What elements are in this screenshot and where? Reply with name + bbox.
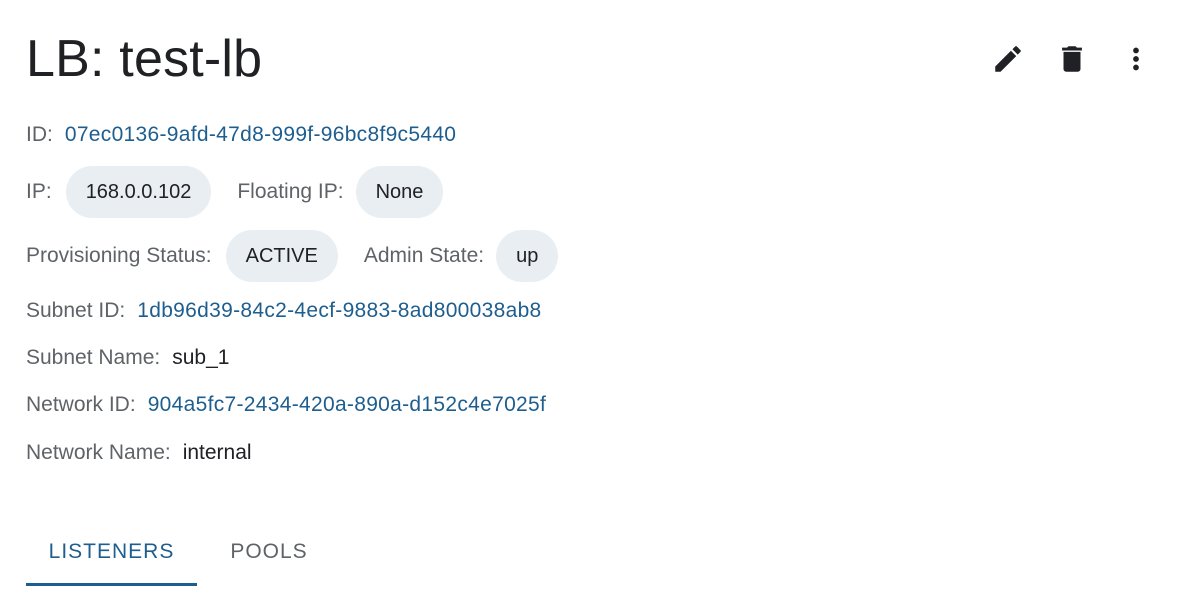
floating-ip-chip: None [355,166,444,218]
floating-ip-label: Floating IP: [237,180,344,203]
tab-pools[interactable]: POOLS [197,522,341,582]
subnet-name-label: Subnet Name: [26,346,161,369]
subnet-name-value: sub_1 [172,346,230,369]
subnet-id-label: Subnet ID: [26,299,126,322]
delete-button[interactable] [1050,38,1094,80]
delete-icon [1062,46,1082,72]
id-label: ID: [26,123,53,146]
ip-chip: 168.0.0.102 [65,166,212,218]
ip-label: IP: [26,180,52,203]
edit-button[interactable] [986,38,1030,80]
edit-icon [995,46,1021,72]
tab-pools-label: POOLS [230,540,308,563]
admin-state-chip: up [496,230,559,282]
status-row: Provisioning Status: ACTIVE Admin State:… [26,230,559,282]
network-name-row: Network Name: internal [26,439,252,467]
network-id-link[interactable]: 904a5fc7-2434-420a-890a-d152c4e7025f [148,393,546,417]
network-name-value: internal [182,441,252,464]
header-actions [984,38,1160,80]
id-row: ID: 07ec0136-9afd-47d8-999f-96bc8f9c5440 [26,121,456,149]
network-id-label: Network ID: [26,393,136,416]
id-link[interactable]: 07ec0136-9afd-47d8-999f-96bc8f9c5440 [65,123,456,147]
subnet-id-row: Subnet ID: 1db96d39-84c2-4ecf-9883-8ad80… [26,297,542,325]
load-balancer-detail-page: LB: test-lb ID: 07ec0136-9afd-47d8-999f-… [0,0,1184,602]
tab-bar: LISTENERS POOLS [26,522,341,586]
provisioning-status-chip: ACTIVE [225,230,338,282]
subnet-name-row: Subnet Name: sub_1 [26,344,229,372]
network-name-label: Network Name: [26,441,171,464]
tab-listeners[interactable]: LISTENERS [26,522,197,586]
provisioning-status-label: Provisioning Status: [26,244,212,267]
tab-listeners-label: LISTENERS [48,540,175,563]
more-options-button[interactable] [1114,38,1158,80]
network-id-row: Network ID: 904a5fc7-2434-420a-890a-d152… [26,391,546,419]
admin-state-label: Admin State: [363,244,485,267]
subnet-id-link[interactable]: 1db96d39-84c2-4ecf-9883-8ad800038ab8 [137,299,541,323]
more-vertical-icon [1133,47,1139,71]
page-title: LB: test-lb [26,30,263,88]
ip-row: IP: 168.0.0.102 Floating IP: None [26,166,444,218]
active-tab-indicator [26,583,197,586]
